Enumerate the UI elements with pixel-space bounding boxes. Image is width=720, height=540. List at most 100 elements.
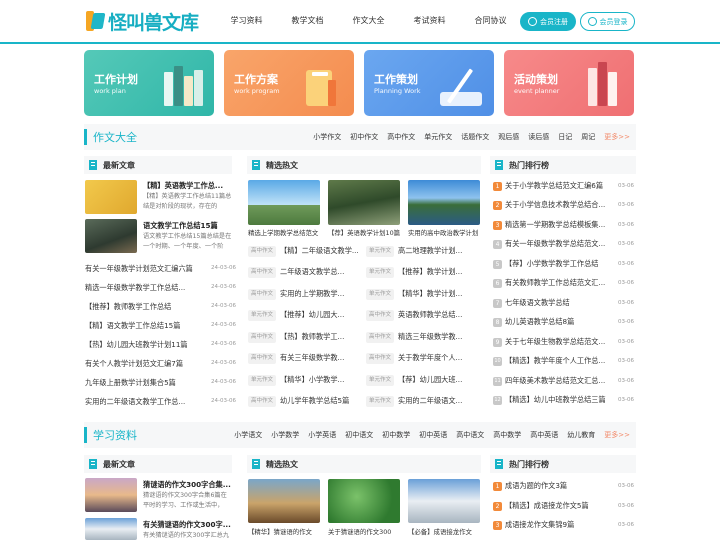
list-item[interactable]: 精选第一学期教学总结模板集...: [505, 220, 612, 230]
section-title[interactable]: 作文大全: [93, 129, 137, 145]
category-tag[interactable]: 高中作文: [248, 289, 277, 300]
banner-work-program[interactable]: 工作方案 work program: [224, 50, 354, 116]
nav-item[interactable]: 考试资料: [399, 0, 460, 42]
hot-image-caption[interactable]: 实用的高中政治教学计划: [408, 228, 482, 237]
category-link[interactable]: 小学语文: [234, 430, 262, 440]
category-link[interactable]: 高中英语: [530, 430, 558, 440]
category-link[interactable]: 初中语文: [345, 430, 373, 440]
list-item[interactable]: 【推荐】幼儿园大...: [280, 310, 364, 320]
category-link[interactable]: 读后感: [528, 132, 549, 142]
list-item[interactable]: 精选一年级数学教学工作总结...: [85, 283, 205, 293]
hot-image[interactable]: [408, 180, 480, 225]
list-item[interactable]: 【推荐】教学计划...: [398, 267, 482, 277]
list-item[interactable]: 二年级语文教学总...: [280, 267, 364, 277]
register-button[interactable]: 会员注册: [520, 12, 576, 31]
list-item[interactable]: 【精华】小学教学...: [280, 375, 364, 385]
list-item[interactable]: 实用的二年级语文...: [398, 396, 482, 406]
list-item[interactable]: 九年级上册数学计划集合5篇: [85, 378, 205, 388]
category-link[interactable]: 高中作文: [387, 132, 415, 142]
featured-article-title[interactable]: 猜谜语的作文300字合集...: [143, 480, 233, 490]
category-link[interactable]: 高中数学: [493, 430, 521, 440]
article-thumbnail[interactable]: [85, 180, 137, 214]
list-item[interactable]: 实用的二年级语文教学工作总...: [85, 397, 205, 407]
hot-image[interactable]: [328, 180, 400, 225]
list-item[interactable]: 有关一年级教学计划范文汇编六篇: [85, 264, 205, 274]
list-item[interactable]: 关于小学信息技术教学总结合...: [505, 200, 612, 210]
list-item[interactable]: 实用的上学期教学...: [280, 289, 364, 299]
banner-work-plan[interactable]: 工作计划 work plan: [84, 50, 214, 116]
category-tag[interactable]: 单元作文: [366, 375, 395, 386]
list-item[interactable]: 有关一年级数学教学总结范文...: [505, 239, 612, 249]
category-tag[interactable]: 高中作文: [248, 267, 277, 278]
featured-article-title[interactable]: 有关猜谜语的作文300字...: [143, 520, 233, 530]
category-tag[interactable]: 单元作文: [248, 310, 277, 321]
list-item[interactable]: 【荐】幼儿园大班...: [398, 375, 482, 385]
hot-image-caption[interactable]: 【必备】成语接龙作文: [408, 527, 482, 536]
category-link[interactable]: 初中英语: [419, 430, 447, 440]
list-item[interactable]: 四年级美术教学总结范文汇总...: [505, 376, 612, 386]
category-link[interactable]: 话题作文: [461, 132, 489, 142]
nav-item[interactable]: 教学文档: [277, 0, 338, 42]
featured-article-title[interactable]: 【精】英语教学工作总...: [143, 181, 233, 191]
list-item[interactable]: 【精选】成语接龙作文5篇: [505, 501, 612, 511]
list-item[interactable]: 精选三年级数学教...: [398, 332, 482, 342]
list-item[interactable]: 【精选】教学年度个人工作总...: [505, 356, 612, 366]
article-thumbnail[interactable]: [85, 219, 137, 253]
category-tag[interactable]: 高中作文: [248, 332, 277, 343]
category-link[interactable]: 幼儿教育: [567, 430, 595, 440]
category-link[interactable]: 初中数学: [382, 430, 410, 440]
site-logo[interactable]: 怪叫兽文库: [84, 8, 199, 34]
list-item[interactable]: 英语教师教学总结...: [398, 310, 482, 320]
hot-image-caption[interactable]: 【精华】猜谜语的作文: [248, 527, 322, 536]
list-item[interactable]: 【精华】教学计划...: [398, 289, 482, 299]
category-tag[interactable]: 高中作文: [366, 353, 395, 364]
banner-planning-work[interactable]: 工作策划 Planning Work: [364, 50, 494, 116]
featured-article-title[interactable]: 语文教学工作总结15篇: [143, 221, 233, 231]
section-title[interactable]: 学习资料: [93, 427, 137, 443]
banner-event-planner[interactable]: 活动策划 event planner: [504, 50, 634, 116]
hot-image-caption[interactable]: 关于猜谜语的作文300: [328, 527, 402, 536]
category-tag[interactable]: 单元作文: [366, 267, 395, 278]
category-link[interactable]: 观后感: [498, 132, 519, 142]
hot-image[interactable]: [408, 479, 480, 523]
list-item[interactable]: 有关个人教学计划范文汇编7篇: [85, 359, 205, 369]
list-item[interactable]: 幼儿学年教学总结5篇: [280, 396, 364, 406]
category-link[interactable]: 周记: [581, 132, 595, 142]
category-tag[interactable]: 单元作文: [366, 289, 395, 300]
article-thumbnail[interactable]: [85, 518, 137, 540]
category-tag[interactable]: 单元作文: [366, 246, 395, 257]
hot-image[interactable]: [248, 479, 320, 523]
list-item[interactable]: 成语接龙作文集锦9篇: [505, 520, 612, 530]
category-tag[interactable]: 高中作文: [248, 246, 277, 257]
nav-item[interactable]: 合同协议: [460, 0, 521, 42]
list-item[interactable]: 有关教师教学工作总结范文汇...: [505, 278, 612, 288]
category-link[interactable]: 小学数学: [271, 430, 299, 440]
category-link[interactable]: 小学作文: [313, 132, 341, 142]
category-link[interactable]: 单元作文: [424, 132, 452, 142]
category-link[interactable]: 高中语文: [456, 430, 484, 440]
login-button[interactable]: 会员登录: [580, 12, 635, 31]
list-item[interactable]: 【精选】幼儿中班教学总结三篇: [505, 395, 612, 405]
list-item[interactable]: 【推荐】教师教学工作总结: [85, 302, 205, 312]
list-item[interactable]: 【精】二年级语文教学...: [280, 246, 364, 256]
list-item[interactable]: 【热】教师教学工...: [280, 332, 364, 342]
nav-item[interactable]: 学习资料: [216, 0, 277, 42]
list-item[interactable]: 关于教学年度个人...: [398, 353, 482, 363]
category-tag[interactable]: 单元作文: [366, 396, 395, 407]
list-item[interactable]: 高二地理教学计划...: [398, 246, 482, 256]
list-item[interactable]: 有关三年级数学教...: [280, 353, 364, 363]
list-item[interactable]: 【热】幼儿园大班教学计划11篇: [85, 340, 205, 350]
category-link[interactable]: 初中作文: [350, 132, 378, 142]
category-link[interactable]: 日记: [558, 132, 572, 142]
list-item[interactable]: 幼儿英语教学总结8篇: [505, 317, 612, 327]
hot-image-caption[interactable]: 【荐】英语教学计划10篇: [328, 228, 402, 237]
hot-image[interactable]: [248, 180, 320, 225]
list-item[interactable]: 成语为题的作文3篇: [505, 481, 612, 491]
category-tag[interactable]: 高中作文: [366, 310, 395, 321]
list-item[interactable]: 【精】语文教学工作总结15篇: [85, 321, 205, 331]
list-item[interactable]: 关于小学教学总结范文汇编6篇: [505, 181, 612, 191]
category-link[interactable]: 小学英语: [308, 430, 336, 440]
hot-image[interactable]: [328, 479, 400, 523]
category-tag[interactable]: 高中作文: [366, 332, 395, 343]
category-tag[interactable]: 高中作文: [248, 396, 277, 407]
